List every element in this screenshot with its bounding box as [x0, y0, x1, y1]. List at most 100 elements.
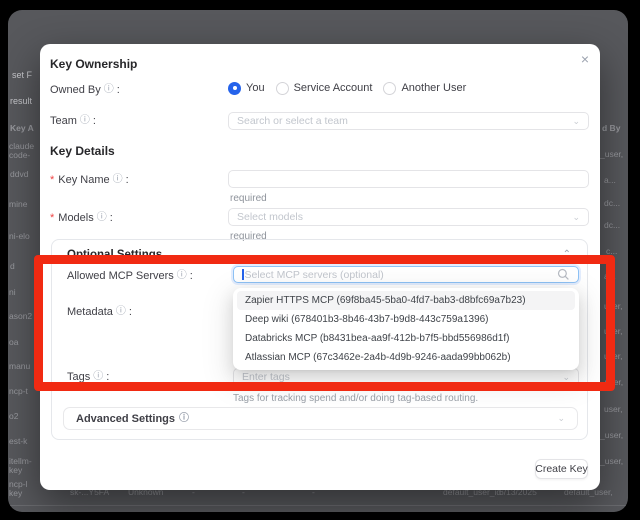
create-key-modal: Key Ownership × Owned Byⓘ: You Service A… [40, 44, 600, 490]
owned-by-label-text: Owned By [50, 84, 101, 96]
mcp-servers-placeholder: Select MCP servers (optional) [245, 269, 384, 281]
info-icon[interactable]: ⓘ [116, 307, 126, 317]
key-name-input[interactable] [228, 170, 589, 188]
bg-text-fragment: user, [604, 302, 622, 311]
tags-label-text: Tags [67, 371, 90, 383]
mcp-servers-label-text: Allowed MCP Servers [67, 270, 174, 282]
advanced-settings-label-text: Advanced Settings [76, 413, 175, 425]
required-asterisk: * [50, 174, 54, 186]
create-key-button[interactable]: Create Key [535, 459, 588, 479]
bg-text-fragment: _user, [600, 431, 623, 440]
bg-column-header-fragment: d By [602, 124, 620, 133]
owned-by-radio-group: You Service Account Another User [228, 81, 466, 95]
models-select-placeholder: Select models [237, 211, 303, 223]
bg-text-fragment: ddvd [10, 170, 28, 179]
bg-text-fragment: a... [604, 176, 616, 185]
advanced-settings-label: Advanced Settings ⓘ [76, 413, 189, 425]
text-cursor [242, 269, 244, 280]
mcp-servers-label: Allowed MCP Serversⓘ: [67, 270, 193, 282]
bg-text-fragment: ni [9, 288, 16, 297]
info-icon[interactable]: ⓘ [80, 116, 90, 126]
label-colon: : [110, 212, 113, 224]
radio-label: Service Account [294, 82, 373, 94]
metadata-label-text: Metadata [67, 306, 113, 318]
metadata-label: Metadataⓘ: [67, 306, 132, 318]
info-icon[interactable]: ⓘ [113, 175, 123, 185]
bg-text-fragment: code- [9, 151, 30, 160]
bg-text-fragment: o2 [9, 412, 18, 421]
bg-text-fragment: key [9, 466, 22, 475]
radio-owned-by-service-account[interactable]: Service Account [276, 82, 373, 95]
info-icon[interactable]: ⓘ [97, 213, 107, 223]
bg-text-fragment: user, [604, 327, 622, 336]
radio-owned-by-another-user[interactable]: Another User [383, 82, 466, 95]
mcp-option-deep-wiki[interactable]: Deep wiki (678401b3-8b46-43b7-b9d8-443c7… [237, 310, 575, 329]
tags-label: Tagsⓘ: [67, 371, 109, 383]
bg-text-fragment: mine [9, 200, 27, 209]
radio-label: Another User [401, 82, 466, 94]
label-colon: : [106, 371, 109, 383]
tags-select-placeholder: Enter tags [242, 371, 290, 383]
bg-text-fragment: manu [9, 362, 30, 371]
key-name-label: * Key Name ⓘ: [50, 174, 129, 186]
info-icon[interactable]: ⓘ [179, 414, 189, 424]
radio-label: You [246, 82, 265, 94]
radio-unselected-icon [383, 82, 396, 95]
bg-text-fragment: user, [604, 405, 622, 414]
models-select[interactable]: Select models ⌄ [228, 208, 589, 226]
bg-text-fragment: c... [606, 247, 617, 256]
mcp-servers-dropdown: Zapier HTTPS MCP (69f8ba45-5ba0-4fd7-bab… [233, 288, 579, 370]
tags-help-text: Tags for tracking spend and/or doing tag… [233, 393, 478, 404]
models-label: *Modelsⓘ: [50, 212, 113, 224]
bg-text-fragment: _user, [600, 150, 623, 159]
chevron-down-icon: ⌄ [557, 414, 565, 423]
bg-text-fragment: user, [604, 352, 622, 361]
table-divider [8, 505, 628, 506]
team-select[interactable]: Search or select a team ⌄ [228, 112, 589, 130]
team-label-text: Team [50, 115, 77, 127]
bg-text-fragment: oa [9, 338, 18, 347]
chevron-down-icon: ⌄ [562, 373, 570, 382]
bg-column-header-fragment: Key A [10, 124, 34, 133]
owned-by-label: Owned Byⓘ: [50, 84, 120, 96]
tags-select[interactable]: Enter tags ⌄ [233, 368, 579, 386]
key-details-header: Key Details [50, 144, 115, 158]
label-colon: : [129, 306, 132, 318]
mcp-option-databricks[interactable]: Databricks MCP (b8431bea-aa9f-412b-b7f5-… [237, 329, 575, 348]
bg-text-fragment: ncp-t [9, 387, 28, 396]
close-icon[interactable]: × [581, 52, 589, 66]
key-name-required-hint: required [230, 193, 267, 204]
info-icon[interactable]: ⓘ [104, 85, 114, 95]
radio-selected-icon [228, 82, 241, 95]
bg-text-fragment: ason2 [9, 312, 32, 321]
label-colon: : [93, 115, 96, 127]
bg-text-fragment: _user, [600, 378, 623, 387]
mcp-option-zapier[interactable]: Zapier HTTPS MCP (69f8ba45-5ba0-4fd7-bab… [237, 291, 575, 310]
chevron-down-icon: ⌄ [572, 117, 580, 126]
chevron-up-icon[interactable]: ⌃ [563, 249, 571, 260]
bg-text-fragment: set F [12, 71, 32, 80]
optional-settings-card: Optional Settings ⌃ Allowed MCP Serversⓘ… [51, 239, 588, 440]
search-icon [557, 268, 570, 281]
label-colon: : [126, 174, 129, 186]
mcp-option-atlassian[interactable]: Atlassian MCP (67c3462e-2a4b-4d9b-9246-a… [237, 348, 575, 367]
info-icon[interactable]: ⓘ [177, 271, 187, 281]
team-label: Teamⓘ: [50, 115, 96, 127]
radio-unselected-icon [276, 82, 289, 95]
bg-text-fragment: dc... [604, 199, 620, 208]
optional-settings-header[interactable]: Optional Settings [67, 249, 162, 261]
key-name-label-text: Key Name [58, 174, 109, 186]
bg-text-fragment: _user, [600, 457, 623, 466]
label-colon: : [190, 270, 193, 282]
bg-text-fragment: key [9, 489, 22, 498]
chevron-down-icon: ⌄ [572, 213, 580, 222]
team-select-placeholder: Search or select a team [237, 115, 348, 127]
bg-text-fragment: result [10, 97, 32, 106]
info-icon[interactable]: ⓘ [93, 372, 103, 382]
advanced-settings-toggle[interactable]: Advanced Settings ⓘ ⌄ [63, 407, 578, 430]
bg-text-fragment: d [10, 262, 15, 271]
bg-text-fragment: est-k [9, 437, 27, 446]
mcp-servers-input[interactable]: Select MCP servers (optional) [233, 266, 579, 283]
label-colon: : [117, 84, 120, 96]
radio-owned-by-you[interactable]: You [228, 82, 265, 95]
